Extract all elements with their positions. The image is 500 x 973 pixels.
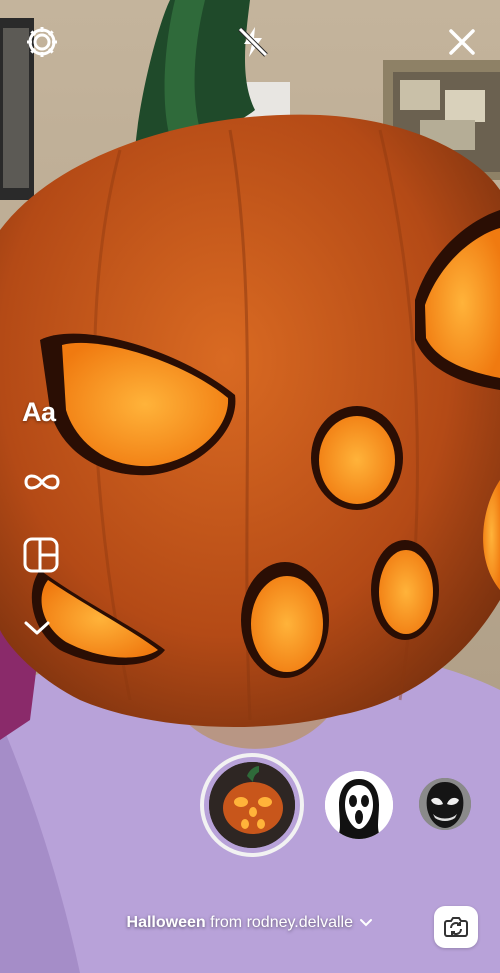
effect-creator: from rodney.delvalle: [205, 914, 353, 931]
flash-off-icon: [238, 27, 268, 57]
chevron-down-icon: [24, 621, 50, 635]
camera-flip-icon: [444, 917, 468, 937]
text-mode-button[interactable]: Aa: [22, 392, 74, 432]
flip-camera-button[interactable]: [434, 906, 478, 948]
venom-effect[interactable]: [419, 778, 471, 830]
flash-button[interactable]: [231, 20, 275, 64]
effect-name: Halloween: [126, 914, 206, 931]
layout-button[interactable]: [22, 535, 74, 575]
infinity-icon: [24, 474, 60, 490]
gear-icon: [27, 27, 57, 57]
chevron-down-small-icon: [360, 918, 373, 927]
top-bar: [0, 0, 500, 90]
boomerang-button[interactable]: [22, 462, 74, 502]
ghost-mask-icon: [325, 771, 393, 839]
close-button[interactable]: [440, 20, 484, 64]
close-icon: [449, 29, 475, 55]
pumpkin-effect[interactable]: [209, 762, 295, 848]
ghostface-effect[interactable]: [325, 771, 393, 839]
venom-mask-icon: [419, 778, 471, 830]
layout-grid-icon: [23, 537, 59, 573]
effect-attribution[interactable]: Halloween from rodney.delvalle: [0, 914, 500, 932]
settings-button[interactable]: [20, 20, 64, 64]
pumpkin-icon: [209, 762, 295, 848]
text-mode-label: Aa: [22, 396, 56, 427]
more-tools-button[interactable]: [22, 608, 74, 648]
